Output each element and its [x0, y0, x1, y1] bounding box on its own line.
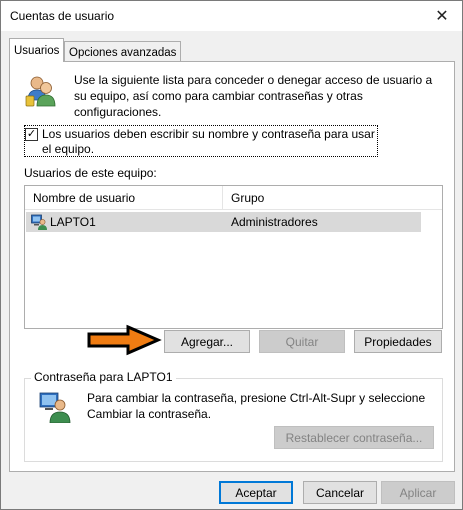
ok-button[interactable]: Aceptar — [219, 481, 293, 504]
require-login-checkbox[interactable]: ✓ — [25, 128, 38, 141]
users-icon — [24, 74, 58, 111]
apply-button[interactable]: Aplicar — [381, 481, 455, 504]
checkmark-icon: ✓ — [26, 128, 37, 140]
reset-password-label: Restablecer contraseña... — [285, 430, 423, 445]
arrow-icon — [86, 324, 162, 359]
users-list-label: Usuarios de este equipo: — [24, 166, 157, 180]
reset-password-button[interactable]: Restablecer contraseña... — [274, 426, 434, 449]
table-row[interactable]: LAPTO1 Administradores — [26, 212, 421, 232]
user-accounts-window: Cuentas de usuario ✕ Usuarios Opciones a… — [0, 0, 463, 510]
column-header-username[interactable]: Nombre de usuario — [25, 186, 223, 210]
intro-text: Use la siguiente lista para conceder o d… — [74, 73, 433, 119]
apply-label: Aplicar — [399, 485, 437, 500]
require-login-label: Los usuarios deben escribir su nombre y … — [42, 127, 375, 156]
password-groupbox: Contraseña para LAPTO1 Para cambiar la c… — [24, 370, 443, 462]
usuarios-tab-panel: Use la siguiente lista para conceder o d… — [9, 61, 455, 472]
add-user-label: Agregar... — [180, 334, 234, 349]
column-header-group[interactable]: Grupo — [223, 186, 442, 210]
listview-header: Nombre de usuario Grupo — [25, 186, 442, 210]
cancel-label: Cancelar — [315, 485, 365, 500]
properties-label: Propiedades — [364, 334, 432, 349]
cancel-button[interactable]: Cancelar — [303, 481, 377, 504]
ok-label: Aceptar — [235, 485, 277, 500]
add-user-button[interactable]: Agregar... — [164, 330, 250, 353]
window-title: Cuentas de usuario — [10, 9, 115, 23]
password-group-text: Para cambiar la contraseña, presione Ctr… — [87, 391, 426, 421]
require-login-row[interactable]: ✓ Los usuarios deben escribir su nombre … — [24, 125, 378, 157]
tab-opciones-avanzadas[interactable]: Opciones avanzadas — [64, 41, 182, 63]
user-name-cell: LAPTO1 — [50, 215, 96, 229]
close-button[interactable]: ✕ — [422, 1, 462, 31]
tab-usuarios-label: Usuarios — [14, 44, 60, 57]
user-computer-icon — [31, 214, 47, 233]
password-user-icon — [39, 391, 71, 426]
remove-user-button[interactable]: Quitar — [259, 330, 345, 353]
column-header-group-label: Grupo — [231, 191, 265, 205]
column-header-username-label: Nombre de usuario — [33, 191, 136, 205]
remove-user-label: Quitar — [285, 334, 319, 349]
tab-usuarios[interactable]: Usuarios — [9, 38, 65, 62]
password-group-title: Contraseña para LAPTO1 — [31, 370, 176, 384]
tab-opciones-avanzadas-label: Opciones avanzadas — [69, 46, 177, 59]
close-icon: ✕ — [435, 8, 449, 25]
user-group-cell: Administradores — [231, 215, 318, 229]
properties-button[interactable]: Propiedades — [354, 330, 442, 353]
users-listview[interactable]: Nombre de usuario Grupo LAPTO1 Administr… — [24, 185, 443, 329]
title-bar: Cuentas de usuario ✕ — [1, 1, 462, 31]
